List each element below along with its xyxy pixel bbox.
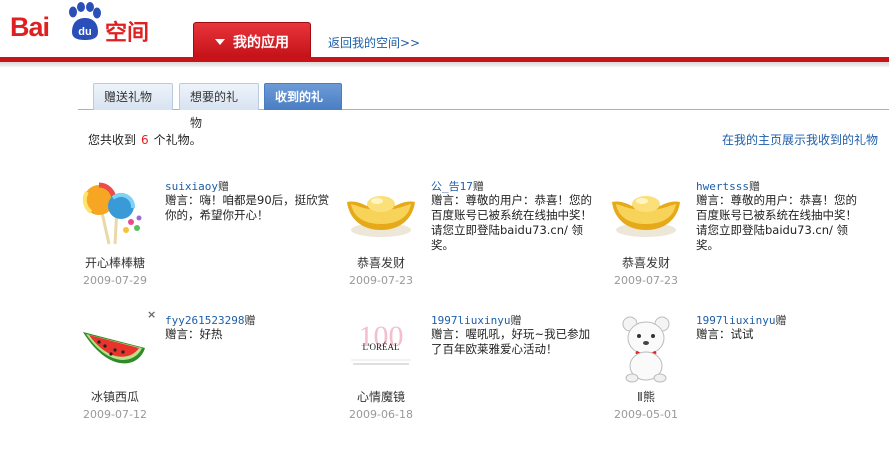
gift-tabs: 赠送礼物 想要的礼物 收到的礼物 — [78, 83, 889, 130]
loreal-logo-text: L'ORÉAL — [362, 342, 399, 352]
message-text: 好热 — [199, 327, 223, 341]
gift-card: 100 L'ORÉAL 心情魔镜 2009-06-18 1997liuxinyu… — [345, 312, 610, 432]
gift-card: Ⅱ熊 2009-05-01 1997liuxinyu赠 赠言：试试 — [610, 312, 875, 432]
message-label: 赠言： — [165, 193, 200, 207]
tab-wanted-gift[interactable]: 想要的礼物 — [179, 83, 259, 130]
gift-message: 赠言：尊敬的用户：恭喜！您的百度账号已被系统在线抽中奖！请您立即登陆baidu7… — [431, 193, 601, 253]
close-icon[interactable]: × — [147, 308, 156, 321]
gift-name: 恭喜发财 — [621, 256, 670, 270]
summary-prefix: 您共收到 — [88, 133, 137, 147]
gift-count: 6 — [141, 133, 149, 147]
white-bear-icon[interactable] — [610, 312, 682, 384]
gift-sender: 1997liuxinyu赠 — [696, 312, 786, 328]
summary-suffix: 个礼物。 — [153, 133, 202, 147]
gives-label: 赠 — [775, 314, 787, 327]
gift-sender: suixiaoy赠 — [165, 178, 229, 194]
sender-name-link[interactable]: 1997liuxinyu — [696, 314, 775, 327]
gift-name: 冰镇西瓜 — [90, 390, 139, 404]
message-label: 赠言： — [696, 327, 731, 341]
logo-du: du — [78, 26, 91, 38]
gift-date: 2009-07-29 — [83, 274, 147, 287]
header-shadow-bar — [0, 62, 889, 67]
back-to-space-link[interactable]: 返回我的空间>> — [328, 34, 420, 51]
lollipop-icon[interactable] — [79, 178, 151, 250]
sender-name-link[interactable]: 1997liuxinyu — [431, 314, 510, 327]
tab-send-gift-label: 赠送礼物 — [104, 90, 153, 104]
gift-sender: hwertsss赠 — [696, 178, 760, 194]
gift-name: 开心棒棒糖 — [84, 256, 145, 270]
gift-message: 赠言：试试 — [696, 327, 866, 342]
message-label: 赠言： — [431, 193, 466, 207]
gift-card: 恭喜发财 2009-07-23 hwertsss赠 赠言：尊敬的用户：恭喜！您的… — [610, 178, 875, 298]
baidu-space-logo[interactable]: Bai du 空间 — [10, 2, 150, 48]
gift-card: 恭喜发财 2009-07-23 公_告17赠 赠言：尊敬的用户：恭喜！您的百度账… — [345, 178, 610, 298]
tab-received-gift-label: 收到的礼物 — [275, 90, 324, 130]
gift-name: 恭喜发财 — [356, 256, 405, 270]
gold-ingot-icon[interactable] — [610, 178, 682, 250]
gives-label: 赠 — [217, 180, 229, 193]
sender-name-link[interactable]: hwertsss — [696, 180, 749, 193]
message-label: 赠言： — [696, 193, 731, 207]
gift-date: 2009-05-01 — [614, 408, 678, 421]
loreal-100-icon[interactable]: 100 L'ORÉAL — [345, 312, 417, 384]
gift-card: 开心棒棒糖 2009-07-29 suixiaoy赠 赠言：嗨！咱都是90后，挺… — [79, 178, 344, 298]
tab-wanted-gift-label: 想要的礼物 — [190, 90, 239, 130]
gift-sender: 1997liuxinyu赠 — [431, 312, 521, 328]
my-apps-tab[interactable]: 我的应用 — [193, 22, 311, 60]
logo-bai: Bai — [10, 12, 50, 42]
show-on-homepage-link[interactable]: 在我的主页展示我收到的礼物 — [722, 131, 878, 148]
tab-send-gift[interactable]: 赠送礼物 — [93, 83, 173, 110]
gives-label: 赠 — [472, 180, 484, 193]
message-label: 赠言： — [165, 327, 200, 341]
watermelon-icon[interactable] — [79, 312, 151, 384]
gold-ingot-icon[interactable] — [345, 178, 417, 250]
gives-label: 赠 — [748, 180, 760, 193]
header: Bai du 空间 我的应用 返回我的空间>> — [0, 0, 889, 67]
message-text: 试试 — [730, 327, 754, 341]
paw-icon: du — [69, 2, 101, 40]
gift-message: 赠言：喔吼吼，好玩~我已参加了百年欧莱雅爱心活动！ — [431, 327, 601, 357]
tab-received-gift[interactable]: 收到的礼物 — [264, 83, 342, 130]
gift-card: × 冰镇西瓜 2009-07-12 fyy261523298赠 赠言：好热 — [79, 308, 344, 432]
gift-name: Ⅱ熊 — [637, 390, 655, 404]
message-label: 赠言： — [431, 327, 466, 341]
my-apps-label: 我的应用 — [233, 34, 289, 51]
gift-date: 2009-06-18 — [349, 408, 413, 421]
gives-label: 赠 — [244, 314, 256, 327]
sender-name-link[interactable]: fyy261523298 — [165, 314, 244, 327]
gift-message: 赠言：尊敬的用户：恭喜！您的百度账号已被系统在线抽中奖！请您立即登陆baidu7… — [696, 193, 866, 253]
gift-message: 赠言：嗨！咱都是90后，挺欣赏你的，希望你开心！ — [165, 193, 335, 223]
triangle-down-icon — [215, 38, 225, 45]
gift-summary: 您共收到 6 个礼物。 — [88, 131, 202, 148]
gift-date: 2009-07-23 — [349, 274, 413, 287]
sender-name-link[interactable]: suixiaoy — [165, 180, 218, 193]
gift-sender: 公_告17赠 — [431, 178, 484, 194]
gift-sender: fyy261523298赠 — [165, 312, 255, 328]
logo-space: 空间 — [105, 21, 150, 46]
gives-label: 赠 — [510, 314, 522, 327]
gift-message: 赠言：好热 — [165, 327, 335, 342]
gift-date: 2009-07-12 — [83, 408, 147, 421]
gift-name: 心情魔镜 — [356, 390, 405, 404]
gift-date: 2009-07-23 — [614, 274, 678, 287]
sender-name-link[interactable]: 公_告17 — [431, 180, 473, 193]
